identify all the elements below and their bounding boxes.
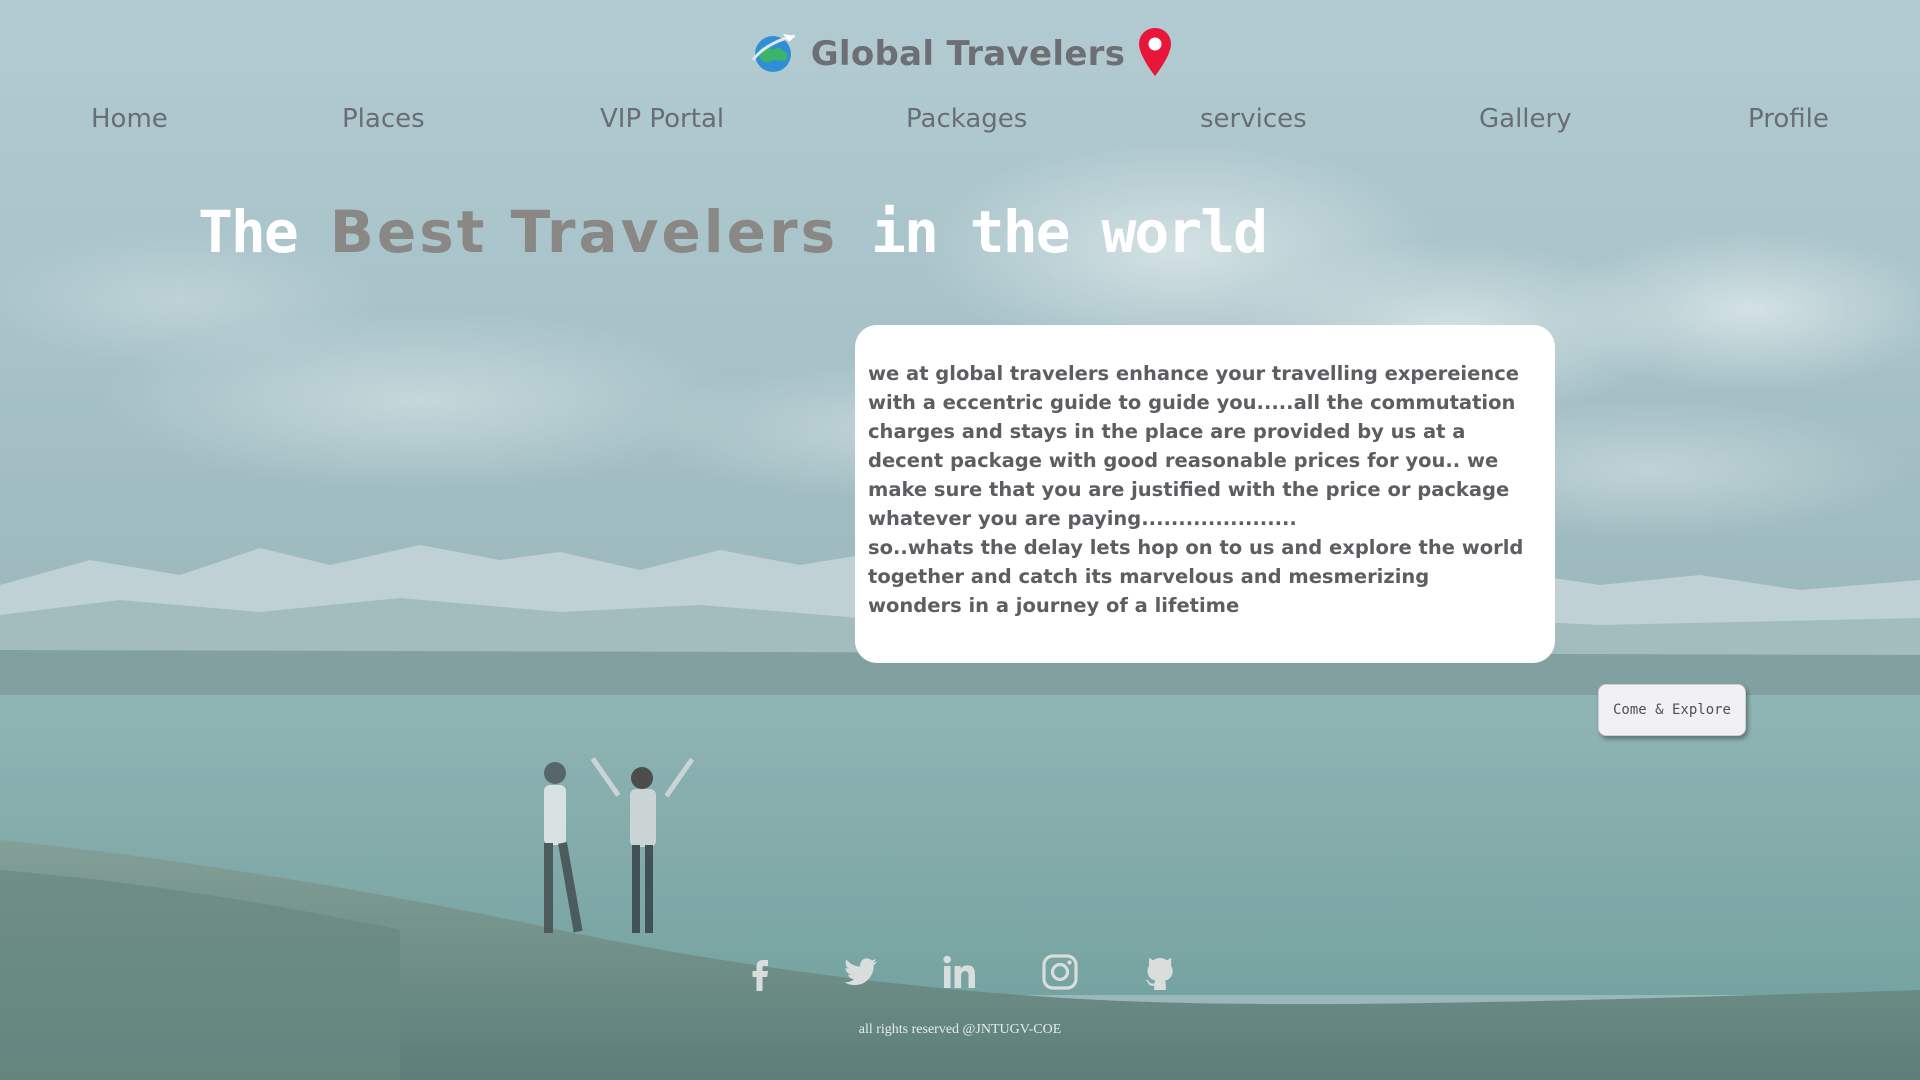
location-pin-icon: [1137, 26, 1173, 82]
github-icon[interactable]: [1140, 952, 1180, 992]
brand: Global Travelers: [0, 26, 1920, 82]
twitter-icon[interactable]: [840, 952, 880, 992]
linkedin-icon[interactable]: [940, 952, 980, 992]
facebook-icon[interactable]: [740, 952, 780, 992]
nav-vip-portal[interactable]: VIP Portal: [600, 104, 724, 134]
hero-heading-part3: in the world: [838, 198, 1268, 266]
globe-plane-icon: [747, 26, 799, 82]
come-explore-button[interactable]: Come & Explore: [1598, 684, 1746, 736]
about-text: we at global travelers enhance your trav…: [868, 362, 1524, 617]
brand-title[interactable]: Global Travelers: [811, 34, 1126, 74]
social-links: [0, 952, 1920, 992]
hero-heading-part1: The: [198, 198, 330, 266]
copyright-text: all rights reserved @JNTUGV-COE: [858, 1022, 1062, 1037]
main-nav: Home Places VIP Portal Packages services…: [0, 104, 1920, 144]
hero-heading: The Best Travelers in the world: [198, 198, 1268, 266]
nav-services[interactable]: services: [1200, 104, 1307, 134]
nav-gallery[interactable]: Gallery: [1479, 104, 1572, 134]
nav-packages[interactable]: Packages: [906, 104, 1027, 134]
about-card: we at global travelers enhance your trav…: [855, 325, 1555, 663]
nav-home[interactable]: Home: [91, 104, 168, 134]
nav-profile[interactable]: Profile: [1748, 104, 1829, 134]
nav-places[interactable]: Places: [342, 104, 425, 134]
hero-heading-highlight: Best Travelers: [329, 198, 839, 266]
instagram-icon[interactable]: [1040, 952, 1080, 992]
